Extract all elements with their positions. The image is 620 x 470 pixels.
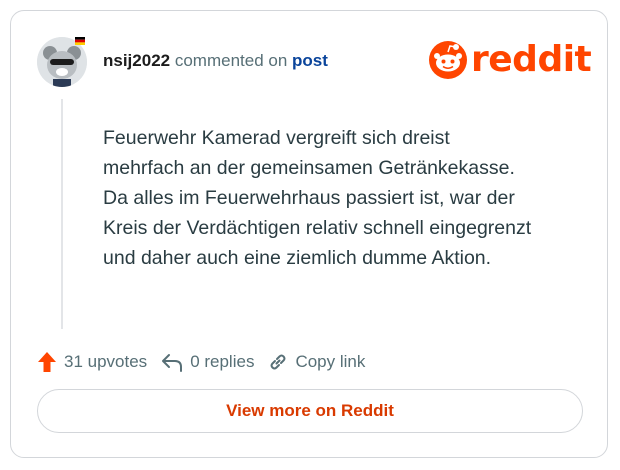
thread-line	[61, 99, 63, 329]
comment-body: Feuerwehr Kamerad vergreift sich dreist …	[103, 123, 583, 273]
action-text: commented on	[174, 51, 288, 70]
reddit-logo[interactable]: reddit	[429, 39, 592, 80]
reply-icon	[162, 354, 183, 372]
post-link[interactable]: post	[292, 51, 328, 70]
reddit-wordmark: reddit	[471, 39, 592, 80]
replies-button[interactable]: 0 replies	[161, 352, 254, 372]
comment-line: Feuerwehr Kamerad vergreift sich dreist	[103, 127, 450, 149]
username-link[interactable]: nsij2022	[103, 51, 170, 70]
comment-line: Kreis der Verdächtigen relativ schnell e…	[103, 217, 532, 239]
comment-embed-card: nsij2022 commented on post reddit Feuerw…	[10, 10, 608, 458]
comment-line: und daher auch eine ziemlich dumme Aktio…	[103, 247, 492, 269]
comment-line: Da alles im Feuerwehrhaus passiert ist, …	[103, 187, 515, 209]
upvote-button[interactable]: 31 upvotes	[37, 351, 147, 373]
copy-link-button[interactable]: Copy link	[268, 352, 365, 372]
link-icon	[270, 354, 286, 370]
upvote-arrow-icon	[38, 352, 56, 372]
reddit-logo-icon	[429, 41, 467, 79]
view-more-button[interactable]: View more on Reddit	[37, 389, 583, 433]
comment-line: mehrfach an der gemeinsamen Getränkekass…	[103, 157, 515, 179]
upvote-count: 31 upvotes	[64, 352, 148, 371]
replies-count: 0 replies	[190, 352, 255, 371]
copy-link-label: Copy link	[295, 352, 366, 371]
german-flag-icon	[75, 37, 85, 45]
action-bar: 31 upvotes 0 replies Copy link	[37, 351, 379, 373]
comment-header: nsij2022 commented on post	[103, 51, 328, 71]
